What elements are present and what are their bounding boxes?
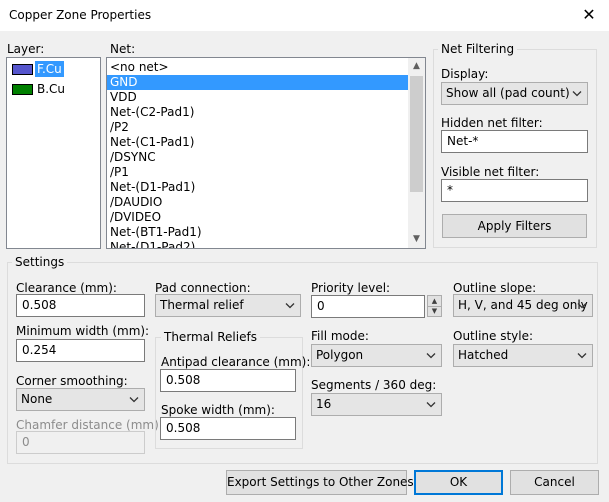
scroll-down-icon[interactable]: ▼ <box>408 231 425 248</box>
clearance-input[interactable]: 0.508 <box>16 294 145 317</box>
pad-connection-label: Pad connection: <box>155 281 251 295</box>
outline-style-value: Hatched <box>458 348 509 362</box>
layer-color-swatch <box>12 64 33 75</box>
outline-slope-label: Outline slope: <box>453 281 537 295</box>
layer-item[interactable]: F.Cu <box>9 61 75 77</box>
priority-level-label: Priority level: <box>311 281 391 295</box>
segments-dropdown[interactable]: 16 <box>311 393 442 416</box>
clearance-label: Clearance (mm): <box>16 281 117 295</box>
layer-label: Layer: <box>7 42 45 56</box>
window-title: Copper Zone Properties <box>9 8 152 22</box>
layer-item-label: F.Cu <box>35 61 64 77</box>
chevron-down-icon <box>577 353 587 359</box>
net-list-item[interactable]: GND <box>107 75 408 90</box>
net-list-item[interactable]: /DVIDEO <box>107 210 408 225</box>
layer-item[interactable]: B.Cu <box>9 81 75 97</box>
min-width-label: Minimum width (mm): <box>16 324 150 338</box>
segments-value: 16 <box>316 397 332 411</box>
corner-smoothing-value: None <box>21 392 53 406</box>
net-list-item[interactable]: Net-(C1-Pad1) <box>107 135 408 150</box>
net-list-item[interactable]: /P2 <box>107 120 408 135</box>
close-icon[interactable]: ✕ <box>577 4 601 26</box>
scroll-up-icon[interactable]: ▲ <box>408 58 425 75</box>
fill-mode-label: Fill mode: <box>311 329 369 343</box>
chevron-down-icon <box>572 91 582 97</box>
layer-color-swatch <box>12 84 33 95</box>
outline-slope-dropdown[interactable]: H, V, and 45 deg only <box>453 294 593 317</box>
net-list-item[interactable]: VDD <box>107 90 408 105</box>
antipad-clearance-label: Antipad clearance (mm): <box>161 355 311 369</box>
min-width-input[interactable]: 0.254 <box>16 339 145 362</box>
chevron-down-icon <box>285 303 295 309</box>
net-scrollbar[interactable]: ▲ ▼ <box>408 58 425 248</box>
outline-slope-value: H, V, and 45 deg only <box>458 298 588 312</box>
apply-filters-button[interactable]: Apply Filters <box>442 214 587 238</box>
spoke-width-label: Spoke width (mm): <box>161 403 275 417</box>
net-list-item[interactable]: /DSYNC <box>107 150 408 165</box>
chamfer-distance-input: 0 <box>16 431 145 454</box>
hidden-filter-input[interactable]: Net-* <box>441 130 588 153</box>
export-settings-button[interactable]: Export Settings to Other Zones <box>226 470 414 495</box>
scroll-thumb[interactable] <box>410 76 423 192</box>
chevron-down-icon <box>426 402 436 408</box>
net-label: Net: <box>110 42 136 56</box>
antipad-clearance-input[interactable]: 0.508 <box>160 369 296 392</box>
segments-label: Segments / 360 deg: <box>311 378 437 392</box>
priority-spinner[interactable]: ▲ ▼ <box>427 295 442 317</box>
layer-list[interactable]: F.Cu B.Cu <box>6 57 101 249</box>
visible-filter-input[interactable]: * <box>441 179 588 202</box>
chevron-down-icon <box>577 303 587 309</box>
settings-title: Settings <box>12 255 68 269</box>
net-list-item[interactable]: Net-(D1-Pad1) <box>107 180 408 195</box>
cancel-button[interactable]: Cancel <box>510 470 599 495</box>
net-filtering-title: Net Filtering <box>438 42 518 56</box>
net-list-item[interactable]: Net-(D1-Pad2) <box>107 240 408 248</box>
net-list-item[interactable]: <no net> <box>107 60 408 75</box>
net-list[interactable]: <no net> GND VDD Net-(C2-Pad1)/P2 Net-(C1-Pa… <box>106 57 426 249</box>
chamfer-distance-label: Chamfer distance (mm): <box>16 418 163 432</box>
display-dropdown[interactable]: Show all (pad count) <box>441 82 588 105</box>
priority-level-input[interactable]: 0 <box>311 295 425 318</box>
net-list-item[interactable]: Net-(BT1-Pad1) <box>107 225 408 240</box>
visible-filter-label: Visible net filter: <box>441 165 540 179</box>
fill-mode-dropdown[interactable]: Polygon <box>311 344 442 367</box>
ok-button[interactable]: OK <box>414 470 503 495</box>
spin-down-icon[interactable]: ▼ <box>428 306 441 316</box>
net-list-item[interactable]: /DAUDIO <box>107 195 408 210</box>
display-label: Display: <box>441 67 489 81</box>
net-list-item[interactable]: /P1 <box>107 165 408 180</box>
pad-connection-dropdown[interactable]: Thermal relief <box>155 294 301 317</box>
pad-connection-value: Thermal relief <box>160 298 244 312</box>
spoke-width-input[interactable]: 0.508 <box>160 417 296 440</box>
display-value: Show all (pad count) <box>446 86 570 100</box>
net-list-item[interactable]: Net-(C2-Pad1) <box>107 105 408 120</box>
net-rows: <no net> GND VDD Net-(C2-Pad1)/P2 Net-(C1-Pa… <box>107 60 408 248</box>
outline-style-label: Outline style: <box>453 329 534 343</box>
corner-smoothing-label: Corner smoothing: <box>16 374 128 388</box>
fill-mode-value: Polygon <box>316 348 364 362</box>
layer-item-label: B.Cu <box>37 82 66 96</box>
outline-style-dropdown[interactable]: Hatched <box>453 344 593 367</box>
chevron-down-icon <box>426 353 436 359</box>
thermal-reliefs-title: Thermal Reliefs <box>161 330 260 344</box>
corner-smoothing-dropdown[interactable]: None <box>16 388 145 411</box>
chevron-down-icon <box>129 397 139 403</box>
hidden-filter-label: Hidden net filter: <box>441 116 543 130</box>
